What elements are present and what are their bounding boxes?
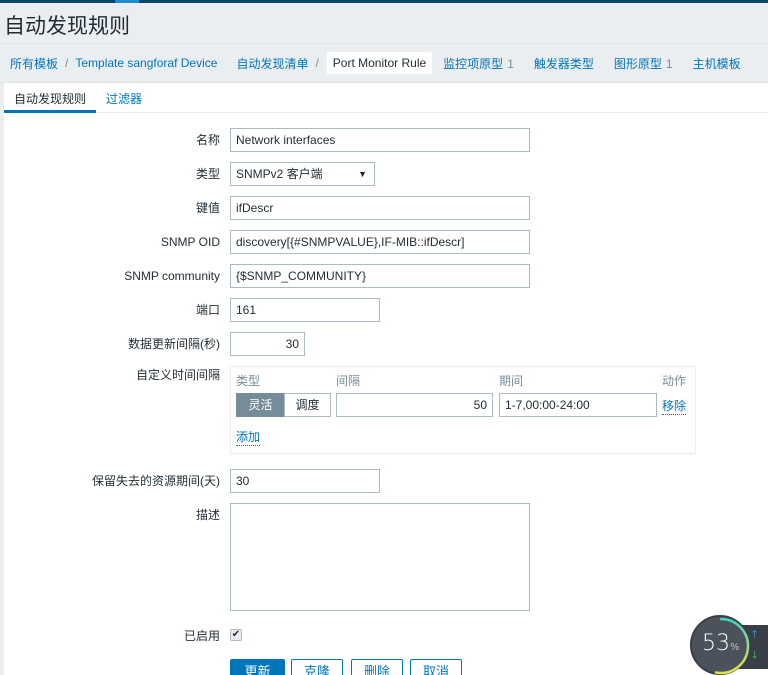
- type-label: 类型: [195, 167, 220, 181]
- description-textarea[interactable]: [230, 503, 530, 611]
- interval-input[interactable]: 50: [336, 393, 493, 417]
- tab-filters[interactable]: 过滤器: [96, 83, 152, 113]
- nav-item-count: 1: [665, 56, 673, 71]
- header-period: 期间: [499, 374, 524, 388]
- top-nav-active-indicator: [115, 0, 139, 3]
- nav-host-prototypes[interactable]: 主机模板: [693, 55, 741, 72]
- nav-item-label: 图形原型: [613, 56, 662, 71]
- performance-widget[interactable]: 🡑 🡓 53%: [690, 615, 768, 675]
- upload-arrow-icon: 🡑: [752, 629, 758, 640]
- checkmark-icon: ✔: [231, 629, 241, 640]
- clone-button[interactable]: 克隆: [291, 659, 343, 675]
- breadcrumb-discovery-list[interactable]: 自动发现清单: [236, 55, 308, 72]
- header-interval: 间隔: [336, 374, 361, 388]
- type-flexible-toggle[interactable]: 灵活: [236, 393, 285, 417]
- update-interval-label: 数据更新间隔(秒): [128, 337, 220, 351]
- nav-item-prototypes[interactable]: 监控项原型 1: [443, 55, 514, 72]
- top-nav-bar: [0, 0, 768, 3]
- type-scheduling-toggle[interactable]: 调度: [284, 393, 331, 417]
- custom-intervals-label: 自定义时间间隔: [135, 368, 220, 382]
- type-select[interactable]: SNMPv2 客户端 ▼: [230, 162, 375, 186]
- name-label: 名称: [195, 133, 220, 147]
- remove-interval-link[interactable]: 移除: [662, 397, 687, 415]
- percent-value: 53: [702, 631, 730, 656]
- breadcrumb-all-templates[interactable]: 所有模板: [10, 55, 58, 72]
- update-button[interactable]: 更新: [230, 659, 285, 675]
- custom-intervals-table: 类型 间隔 期间 动作 灵活 调度 50 1-7,00:00-24:00 移除 …: [230, 366, 696, 454]
- form-panel: 自动发现规则 过滤器 名称 Network interfaces 类型 SNMP…: [4, 83, 768, 675]
- dropdown-arrow-icon: ▼: [358, 169, 367, 179]
- nav-trigger-prototypes[interactable]: 触发器类型: [534, 55, 594, 72]
- widget-percent: 53%: [702, 631, 740, 656]
- cancel-button[interactable]: 取消: [410, 659, 462, 675]
- add-interval-link[interactable]: 添加: [236, 428, 261, 446]
- breadcrumb-separator: /: [65, 56, 69, 70]
- port-input[interactable]: 161: [230, 298, 380, 322]
- enabled-label: 已启用: [183, 629, 220, 643]
- breadcrumb-template[interactable]: Template sangforaf Device: [75, 56, 217, 70]
- nav-graph-prototypes[interactable]: 图形原型 1: [614, 55, 673, 72]
- update-interval-input[interactable]: 30: [230, 332, 305, 356]
- percent-unit: %: [730, 642, 740, 653]
- key-label: 键值: [195, 201, 220, 215]
- divider: [0, 43, 768, 44]
- page-title: 自动发现规则: [4, 15, 130, 38]
- header-action: 动作: [662, 374, 687, 388]
- keep-lost-input[interactable]: 30: [230, 469, 380, 493]
- keep-lost-label: 保留失去的资源期间(天): [92, 474, 220, 488]
- snmp-community-label: SNMP community: [124, 269, 220, 283]
- snmp-community-input[interactable]: {$SNMP_COMMUNITY}: [230, 264, 530, 288]
- enabled-checkbox[interactable]: ✔: [230, 629, 242, 641]
- nav-item-count: 1: [507, 56, 514, 71]
- delete-button[interactable]: 删除: [351, 659, 403, 675]
- breadcrumb-separator: /: [315, 56, 319, 70]
- tab-bar: 自动发现规则 过滤器: [4, 83, 768, 113]
- port-label: 端口: [195, 303, 220, 317]
- description-label: 描述: [195, 508, 220, 522]
- snmp-oid-label: SNMP OID: [160, 235, 220, 249]
- breadcrumb-current-rule: Port Monitor Rule: [325, 51, 434, 75]
- period-input[interactable]: 1-7,00:00-24:00: [499, 393, 657, 417]
- header-type: 类型: [236, 374, 261, 388]
- name-input[interactable]: Network interfaces: [230, 128, 530, 152]
- tab-discovery-rule[interactable]: 自动发现规则: [4, 83, 97, 113]
- download-arrow-icon: 🡓: [752, 650, 758, 661]
- snmp-oid-input[interactable]: discovery[{#SNMPVALUE},IF-MIB::ifDescr]: [230, 230, 530, 254]
- type-select-value: SNMPv2 客户端: [236, 167, 323, 181]
- key-input[interactable]: ifDescr: [230, 196, 530, 220]
- nav-item-label: 监控项原型: [443, 56, 504, 71]
- breadcrumb: 所有模板 / Template sangforaf Device 自动发现清单 …: [0, 51, 768, 75]
